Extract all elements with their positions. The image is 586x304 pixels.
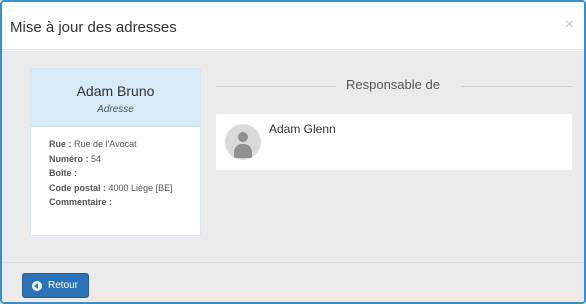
close-icon[interactable]: × [565,17,574,33]
street-value: Rue de l'Avocat [74,139,137,149]
postal-code-label: Code postal : [49,182,107,193]
modal-body: Adam Bruno Adresse Rue : Rue de l'Avocat… [2,51,584,262]
comment-row: Commentaire : [49,195,200,210]
back-button[interactable]: Retour [22,273,89,298]
person-card: Adam Bruno Adresse Rue : Rue de l'Avocat… [30,68,201,236]
postal-code-value: 4000 Liège [BE] [108,182,173,193]
person-card-header: Adam Bruno Adresse [31,69,200,127]
person-name: Adam Bruno [76,83,155,99]
street-label: Rue : [49,139,72,149]
arrow-circle-left-icon [32,281,42,291]
responsible-heading: Responsable de [346,77,440,92]
responsible-name: Adam Glenn [269,122,336,136]
user-avatar-icon [225,124,261,160]
avatar-body [234,144,252,158]
address-details: Rue : Rue de l'Avocat Numéro : 54 Boîte … [31,127,200,210]
address-update-modal: Mise à jour des adresses × Adam Bruno Ad… [0,0,586,304]
modal-title: Mise à jour des adresses [10,19,177,36]
box-label: Boîte : [49,168,77,178]
responsible-section-heading: Responsable de [216,77,572,93]
back-button-label: Retour [48,280,79,291]
responsible-item[interactable]: Adam Glenn [216,114,572,170]
number-value: 54 [91,153,102,164]
postal-code-row: Code postal : 4000 Liège [BE] [49,181,200,196]
modal-footer: Retour [2,262,584,302]
street-row: Rue : Rue de l'Avocat [49,137,200,152]
heading-divider-right [461,86,572,87]
box-row: Boîte : [49,166,200,181]
number-label: Numéro : [49,153,89,164]
person-subtitle: Adresse [97,104,134,115]
modal-header: Mise à jour des adresses × [2,2,584,50]
comment-label: Commentaire : [49,197,113,207]
number-row: Numéro : 54 [49,152,200,167]
avatar-head [238,132,248,142]
heading-divider-left [216,86,336,87]
